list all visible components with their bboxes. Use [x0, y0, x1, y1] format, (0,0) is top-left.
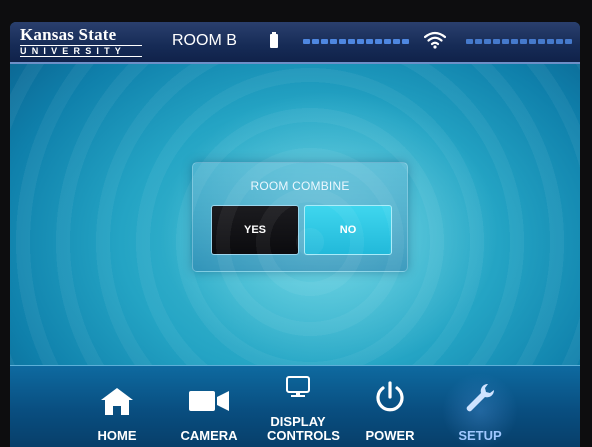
nav-home-label: HOME: [97, 428, 137, 443]
touch-panel-screen: Kansas State UNIVERSITY ROOM B ROOM COMB…: [10, 22, 580, 447]
dialog-title: ROOM COMBINE: [250, 179, 350, 193]
nav-display-controls[interactable]: DISPLAY CONTROLS: [256, 366, 340, 447]
camera-icon: [189, 391, 229, 411]
room-combine-dialog: ROOM COMBINE YES NO: [192, 162, 408, 272]
no-button-label: NO: [339, 224, 357, 236]
battery-icon: [270, 32, 278, 48]
room-name: ROOM B: [172, 32, 237, 49]
power-icon: [376, 381, 404, 412]
secondary-signal-icon: [466, 39, 572, 44]
nav-home[interactable]: HOME: [82, 366, 152, 447]
nav-setup[interactable]: SETUP: [440, 366, 520, 447]
logo-wordmark: Kansas State: [20, 25, 117, 44]
nav-camera[interactable]: CAMERA: [170, 366, 248, 447]
nav-power[interactable]: POWER: [355, 366, 425, 447]
university-logo: Kansas State UNIVERSITY: [20, 26, 142, 57]
signal-strength-icon: [303, 39, 409, 44]
bottom-nav-bar: HOME CAMERA DISPLAY CONTROLS POWER SETUP: [10, 365, 580, 447]
yes-button-label: YES: [243, 224, 266, 236]
nav-display-controls-label: DISPLAY CONTROLS: [267, 414, 340, 443]
wifi-icon: [424, 31, 446, 49]
no-button[interactable]: NO: [304, 205, 392, 255]
monitor-icon: [286, 376, 310, 397]
nav-setup-label: SETUP: [458, 428, 502, 443]
logo-subtitle: UNIVERSITY: [20, 45, 142, 57]
nav-power-label: POWER: [365, 428, 415, 443]
wrench-icon: [466, 383, 495, 412]
home-icon: [101, 388, 133, 415]
nav-camera-label: CAMERA: [180, 428, 238, 443]
yes-button[interactable]: YES: [211, 205, 299, 255]
header-bar: Kansas State UNIVERSITY ROOM B: [10, 22, 580, 64]
